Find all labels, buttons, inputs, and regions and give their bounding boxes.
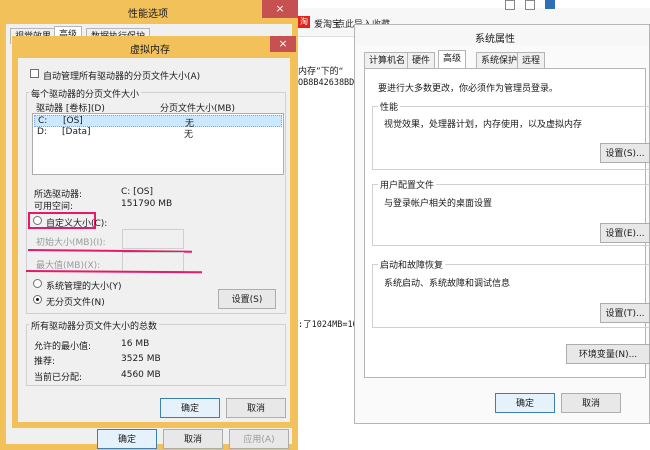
no-paging-label[interactable]: 无分页文件(N) [46,295,105,308]
radio-circle[interactable] [33,216,42,225]
free-space-label: 可用空间: [34,202,74,212]
free-space-value: 151790 MB [121,199,173,209]
system-managed-radio[interactable] [33,279,42,291]
startup-settings-button[interactable]: 设置(T)... [600,303,650,323]
startup-desc: 系统启动、系统故障和调试信息 [384,279,511,289]
drive-label: [OS] [63,116,83,126]
browser-taobao-icon: 淘 [298,16,310,28]
drive-letter: D: [37,127,47,137]
profiles-label: 用户配置文件 [378,178,437,191]
vm-close-button[interactable]: × [270,36,296,52]
sys-ok-button[interactable]: 确定 [495,393,555,413]
max-size-input[interactable] [122,252,184,272]
performance-desc: 视觉效果，处理器计划，内存使用，以及虚拟内存 [384,120,583,130]
performance-label: 性能 [378,100,401,113]
sys-title: 系统属性 [475,34,515,45]
max-size-label: 最大值(MB)(X): [36,261,101,271]
performance-settings-button[interactable]: 设置(S)... [600,143,650,163]
drive-list[interactable]: C: [OS] 无 D: [Data] 无 [32,113,284,175]
selected-drive-value: C: [OS] [121,187,153,197]
vm-title: 虚拟内存 [130,45,170,56]
custom-size-label[interactable]: 自定义大小(C): [46,216,107,229]
profiles-settings-button[interactable]: 设置(E)... [600,223,650,243]
allocated-label: 当前已分配: [34,373,83,383]
tab-advanced[interactable]: 高级 [438,50,467,68]
tab-computer-name[interactable]: 计算机名 [364,52,411,68]
auto-manage-checkbox[interactable] [30,69,39,81]
drive-size: 无 [184,130,194,140]
recommended-value: 3525 MB [121,354,161,364]
admin-notice: 要进行大多数更改，你必须作为管理员登录。 [378,84,559,94]
startup-label: 启动和故障恢复 [378,258,446,271]
min-allowed-label: 允许的最小值: [34,342,92,352]
user-icon[interactable] [545,0,555,9]
no-paging-radio[interactable] [33,295,42,307]
min-allowed-value: 16 MB [121,339,150,349]
checkbox-box[interactable] [30,69,39,78]
background-text-1: 内存”下的“ [298,67,344,77]
initial-size-input[interactable] [122,229,184,249]
background-text-2: OB8B42638BD6 [298,78,360,88]
perf-close-button[interactable]: × [262,0,298,18]
custom-size-radio[interactable] [33,216,42,228]
toolbar-icon-2[interactable] [525,0,535,10]
perf-apply-button[interactable]: 应用(A) [229,429,289,449]
sys-cancel-button[interactable]: 取消 [561,393,621,413]
environment-variables-button[interactable]: 环境变量(N)... [566,344,650,364]
drive-row-d[interactable]: D: [Data] 无 [34,127,282,140]
tab-hardware[interactable]: 硬件 [407,52,436,68]
perf-title: 性能选项 [128,9,168,20]
radio-circle[interactable] [33,295,42,304]
auto-manage-label[interactable]: 自动管理所有驱动器的分页文件大小(A) [43,69,200,82]
set-button[interactable]: 设置(S) [218,289,276,309]
recommended-label: 推荐: [34,357,56,367]
profiles-desc: 与登录帐户相关的桌面设置 [384,199,493,209]
toolbar-icons [505,0,575,10]
tab-remote[interactable]: 远程 [517,52,546,68]
radio-circle[interactable] [33,279,42,288]
toolbar-icon-1[interactable] [505,0,515,10]
total-group-label: 所有驱动器分页文件大小的总数 [29,319,160,332]
drive-letter: C: [38,116,48,126]
per-drive-group-label: 每个驱动器的分页文件大小 [29,87,142,100]
vm-ok-button[interactable]: 确定 [160,398,220,418]
tab-system-protection[interactable]: 系统保护 [476,52,523,68]
perf-cancel-button[interactable]: 取消 [163,429,223,449]
drive-row-c[interactable]: C: [OS] 无 [34,115,282,129]
background-text-3: :了1024MB=1G [298,320,358,330]
vm-cancel-button[interactable]: 取消 [226,398,286,418]
drive-label: [Data] [62,127,91,137]
sys-tabs: 计算机名 硬件 高级 系统保护 远程 [364,50,644,68]
initial-size-label: 初始大小(MB)(I): [36,238,106,248]
perf-ok-button[interactable]: 确定 [97,429,157,449]
system-managed-label[interactable]: 系统管理的大小(Y) [46,279,122,292]
allocated-value: 4560 MB [121,370,161,380]
